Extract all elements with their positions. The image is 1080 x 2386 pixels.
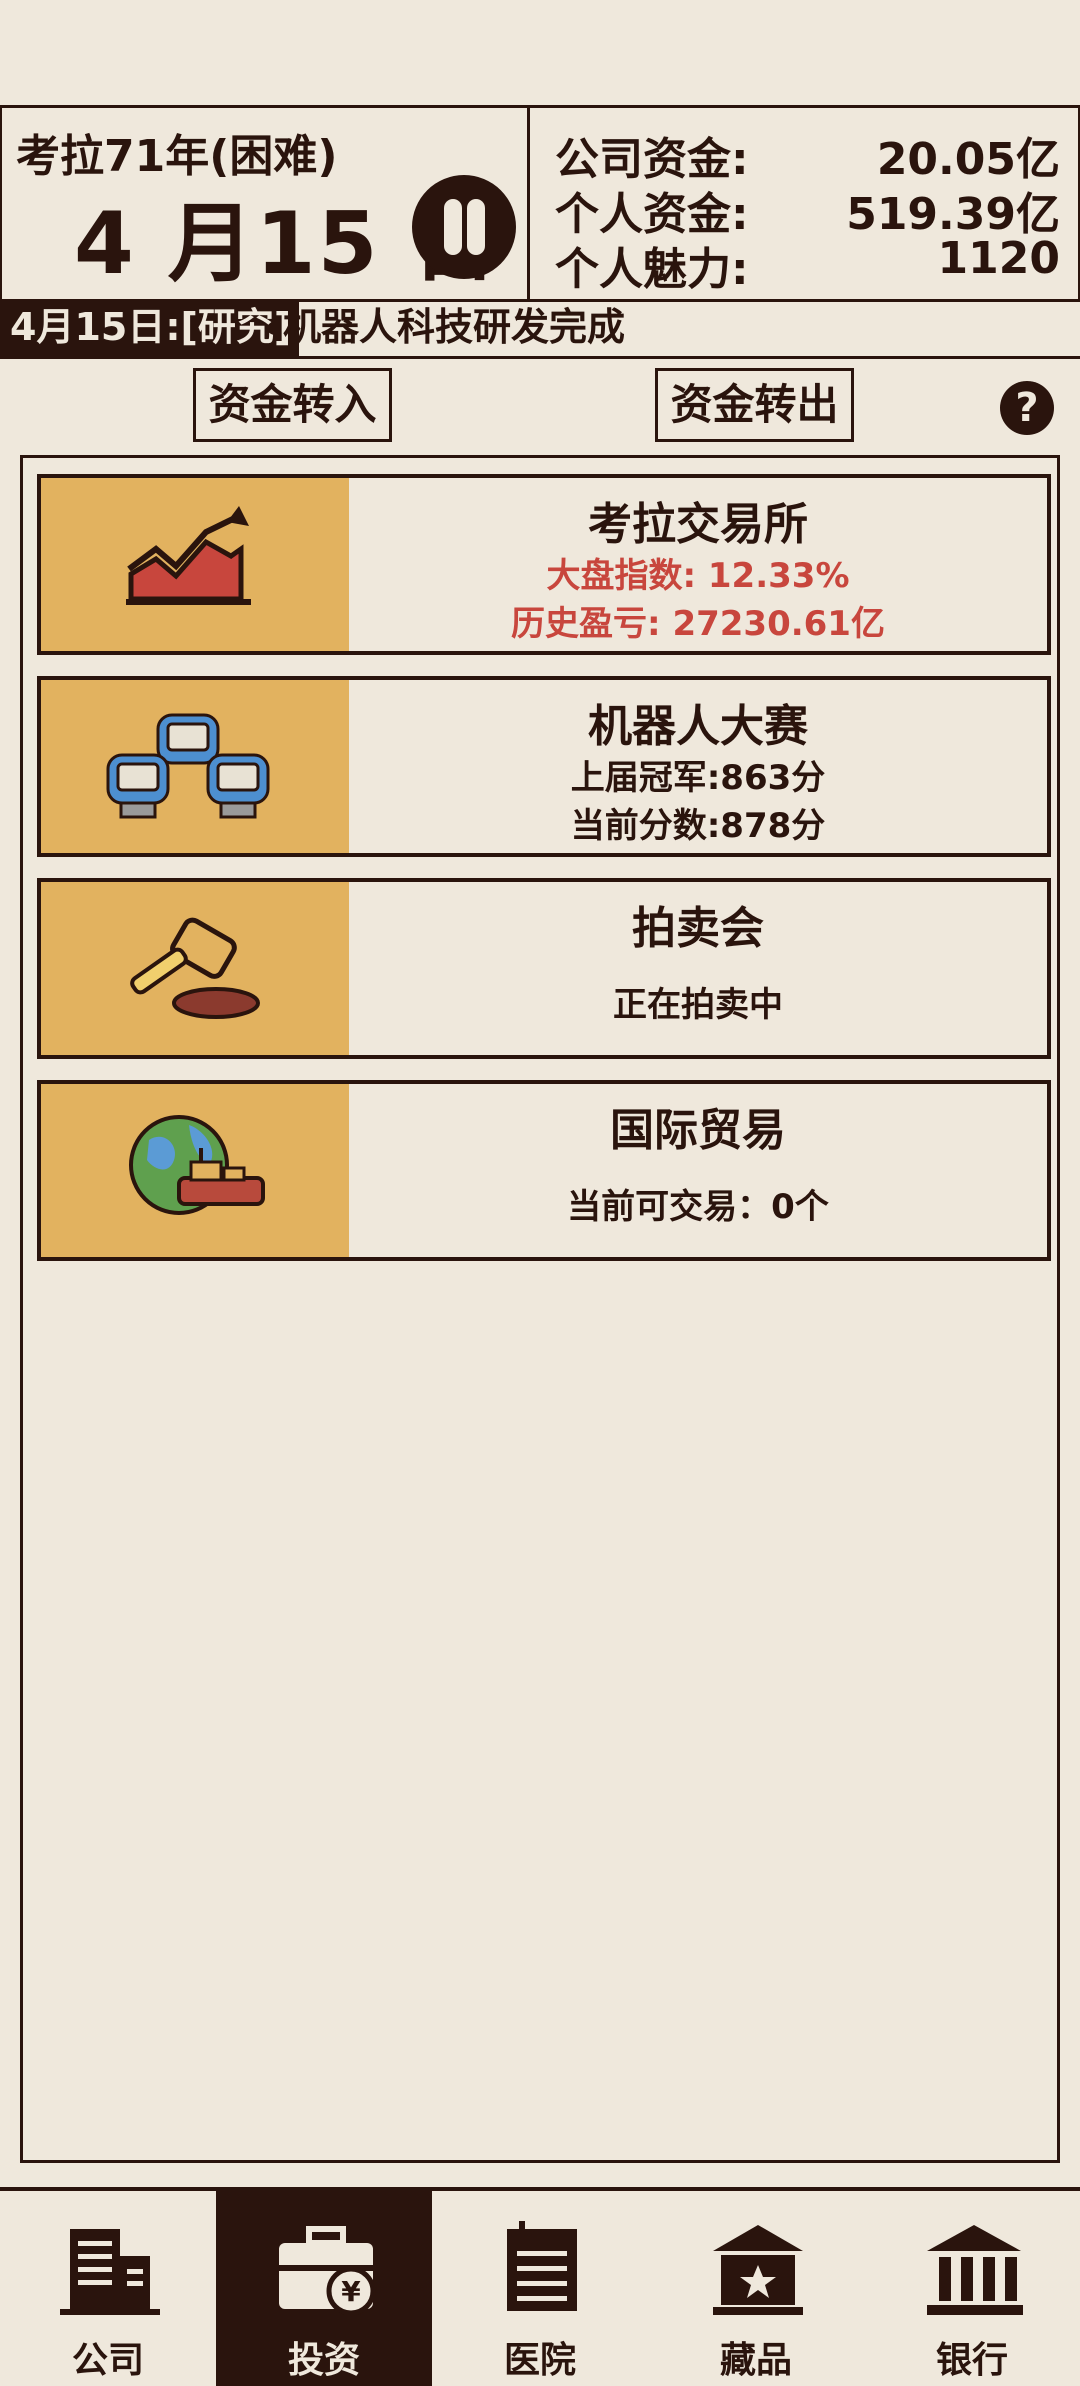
card-robot-contest[interactable]: 机器人大赛 上届冠军:863分 当前分数:878分 [37, 676, 1051, 857]
personal-funds-row: 个人资金: 519.39亿 [555, 178, 1060, 240]
building-icon [60, 2229, 160, 2315]
hospital-icon [507, 2221, 577, 2311]
nav-label: 公司 [71, 2340, 144, 2381]
nav-invest[interactable]: ¥ 投资 [216, 2191, 432, 2386]
charm-row: 个人魅力: 1120 [555, 233, 1060, 295]
nav-label: 银行 [935, 2340, 1008, 2381]
card-title: 机器人大赛 [588, 701, 808, 752]
ticker-date-tag: 4月15日:[研究] [0, 299, 300, 356]
charm-label: 个人魅力: [555, 244, 749, 295]
news-ticker[interactable]: 4月15日:[研究] 机器人科技研发完成 [0, 299, 1080, 359]
date-panel: 考拉71年(困难) 4 月15 日 [2, 108, 530, 299]
museum-star-icon [713, 2225, 803, 2315]
nav-label: 藏品 [719, 2340, 792, 2381]
card-exchange[interactable]: 考拉交易所 大盘指数: 12.33% 历史盈亏: 27230.61亿 [37, 474, 1051, 655]
help-icon[interactable]: ? [1000, 381, 1054, 435]
current-score: 当前分数:878分 [570, 806, 826, 846]
bank-icon [927, 2225, 1023, 2315]
exchange-thumb [41, 478, 349, 651]
card-title: 考拉交易所 [588, 499, 808, 550]
robot-thumb [41, 680, 349, 853]
svg-text:¥: ¥ [341, 2275, 361, 2308]
card-title: 拍卖会 [632, 903, 764, 954]
briefcase-yen-icon: ¥ [279, 2226, 376, 2316]
nav-hospital[interactable]: 医院 [432, 2191, 648, 2386]
transfer-out-button[interactable]: 资金转出 [655, 368, 854, 442]
history-pnl: 历史盈亏: 27230.61亿 [511, 604, 885, 644]
market-index: 大盘指数: 12.33% [546, 556, 850, 596]
robots-icon [106, 713, 270, 819]
nav-bank[interactable]: 银行 [864, 2191, 1080, 2386]
company-funds-row: 公司资金: 20.05亿 [555, 123, 1060, 185]
last-champion-score: 上届冠军:863分 [570, 758, 826, 798]
nav-collection[interactable]: 藏品 [648, 2191, 864, 2386]
card-title: 国际贸易 [610, 1105, 786, 1156]
investment-panel: 考拉交易所 大盘指数: 12.33% 历史盈亏: 27230.61亿 机器人大赛… [20, 455, 1060, 2163]
bottom-nav: 公司 ¥ 投资 医院 藏品 银行 [0, 2187, 1080, 2386]
pause-button[interactable] [412, 175, 516, 279]
transfer-in-button[interactable]: 资金转入 [193, 368, 392, 442]
nav-company[interactable]: 公司 [0, 2191, 216, 2386]
globe-ship-icon [129, 1115, 265, 1215]
status-header: 考拉71年(困难) 4 月15 日 公司资金: 20.05亿 个人资金: 519… [0, 105, 1080, 302]
auction-thumb [41, 882, 349, 1055]
stock-chart-icon [126, 506, 251, 605]
card-trade[interactable]: 国际贸易 当前可交易：0个 [37, 1080, 1051, 1261]
charm-value: 1120 [937, 233, 1060, 284]
ticker-message: 机器人科技研发完成 [283, 305, 626, 349]
trade-thumb [41, 1084, 349, 1257]
auction-status: 正在拍卖中 [613, 985, 783, 1025]
nav-label: 投资 [287, 2340, 360, 2381]
tradeable-count: 当前可交易：0个 [567, 1187, 829, 1227]
auction-gavel-icon [130, 917, 260, 1019]
funds-panel: 公司资金: 20.05亿 个人资金: 519.39亿 个人魅力: 1120 [530, 108, 1075, 299]
nav-label: 医院 [503, 2340, 576, 2381]
card-auction[interactable]: 拍卖会 正在拍卖中 [37, 878, 1051, 1059]
